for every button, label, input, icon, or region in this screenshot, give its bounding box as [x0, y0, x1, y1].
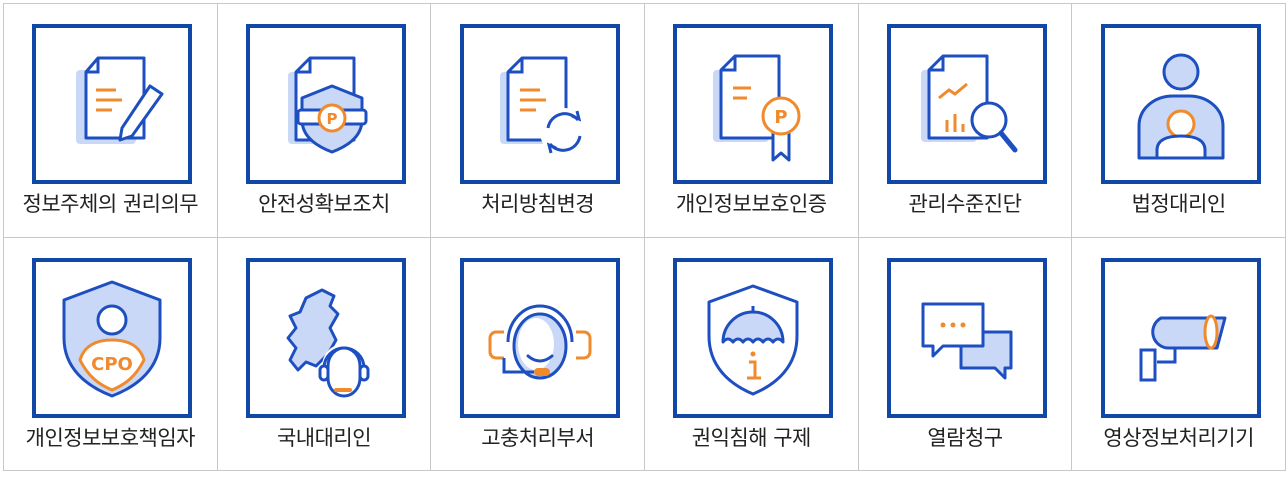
tile-label: 개인정보보호책임자: [25, 425, 196, 450]
tile-label: 국내대리인: [276, 425, 372, 450]
report-magnifier-icon: [886, 24, 1047, 184]
tile-policy-change[interactable]: 처리방침변경: [431, 4, 645, 238]
document-shield-icon: P: [245, 24, 406, 184]
svg-text:P: P: [775, 107, 788, 128]
tile-domestic-agent[interactable]: 국내대리인: [217, 237, 432, 471]
document-certificate-icon: P: [673, 24, 834, 184]
tile-access-request[interactable]: 열람청구: [858, 237, 1073, 471]
tile-safety-measures[interactable]: P 안전성확보조치: [217, 4, 432, 238]
guardian-user-icon: [1100, 24, 1261, 184]
tile-management-diagnosis[interactable]: 관리수준진단: [858, 4, 1073, 238]
tile-complaint-department[interactable]: 고충처리부서: [431, 237, 645, 471]
svg-text:CPO: CPO: [91, 354, 133, 375]
tile-label: 정보주체의 권리의무: [22, 192, 199, 216]
tile-label: 관리수준진단: [908, 192, 1022, 216]
tile-rights-duties[interactable]: 정보주체의 권리의무: [4, 4, 218, 238]
tile-label: 영상정보처리기기: [1103, 425, 1254, 450]
document-pen-icon: [32, 24, 193, 184]
tile-label: 권익침해 구제: [691, 425, 812, 450]
korea-map-headset-icon: [245, 257, 406, 418]
tile-label: 안전성확보조치: [258, 192, 390, 216]
shield-umbrella-icon: [673, 257, 834, 418]
tile-privacy-certification[interactable]: P 개인정보보호인증: [645, 4, 859, 238]
tile-label: 개인정보보호인증: [676, 192, 827, 216]
cpo-shield-icon: CPO: [32, 257, 193, 418]
tile-privacy-officer[interactable]: CPO 개인정보보호책임자: [4, 237, 218, 471]
svg-text:P: P: [326, 110, 337, 128]
service-grid: 정보주체의 권리의무 P 안전성확보조치 처리방침변경 P 개인정보보호인증 관…: [3, 3, 1286, 471]
tile-label: 열람청구: [927, 425, 1003, 450]
tile-label: 고충처리부서: [481, 425, 595, 450]
document-refresh-icon: [459, 24, 620, 184]
cctv-camera-icon: [1100, 257, 1261, 418]
tile-legal-guardian[interactable]: 법정대리인: [1072, 4, 1286, 238]
headset-agent-icon: [459, 257, 620, 418]
chat-bubbles-icon: [886, 257, 1047, 418]
tile-label: 법정대리인: [1131, 192, 1227, 216]
tile-cctv-device[interactable]: 영상정보처리기기: [1072, 237, 1286, 471]
tile-rights-remedy[interactable]: 권익침해 구제: [645, 237, 859, 471]
tile-label: 처리방침변경: [481, 192, 595, 216]
